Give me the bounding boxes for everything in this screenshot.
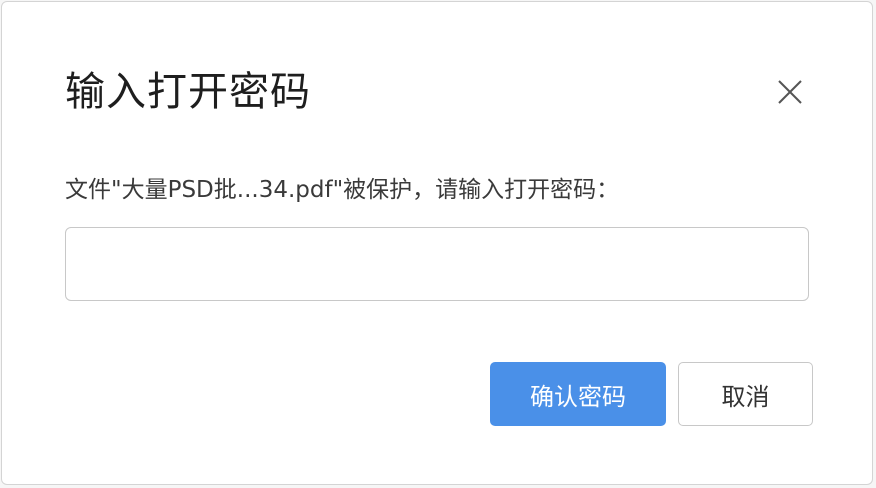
- cancel-button[interactable]: 取消: [678, 362, 813, 426]
- dialog-message: 文件"大量PSD批...34.pdf"被保护，请输入打开密码：: [65, 177, 620, 203]
- close-button[interactable]: [770, 72, 810, 112]
- close-icon: [778, 80, 802, 104]
- confirm-password-button[interactable]: 确认密码: [490, 362, 666, 426]
- password-input[interactable]: [65, 227, 809, 301]
- password-dialog: 输入打开密码 文件"大量PSD批...34.pdf"被保护，请输入打开密码： 确…: [1, 1, 873, 485]
- dialog-title: 输入打开密码: [65, 69, 311, 115]
